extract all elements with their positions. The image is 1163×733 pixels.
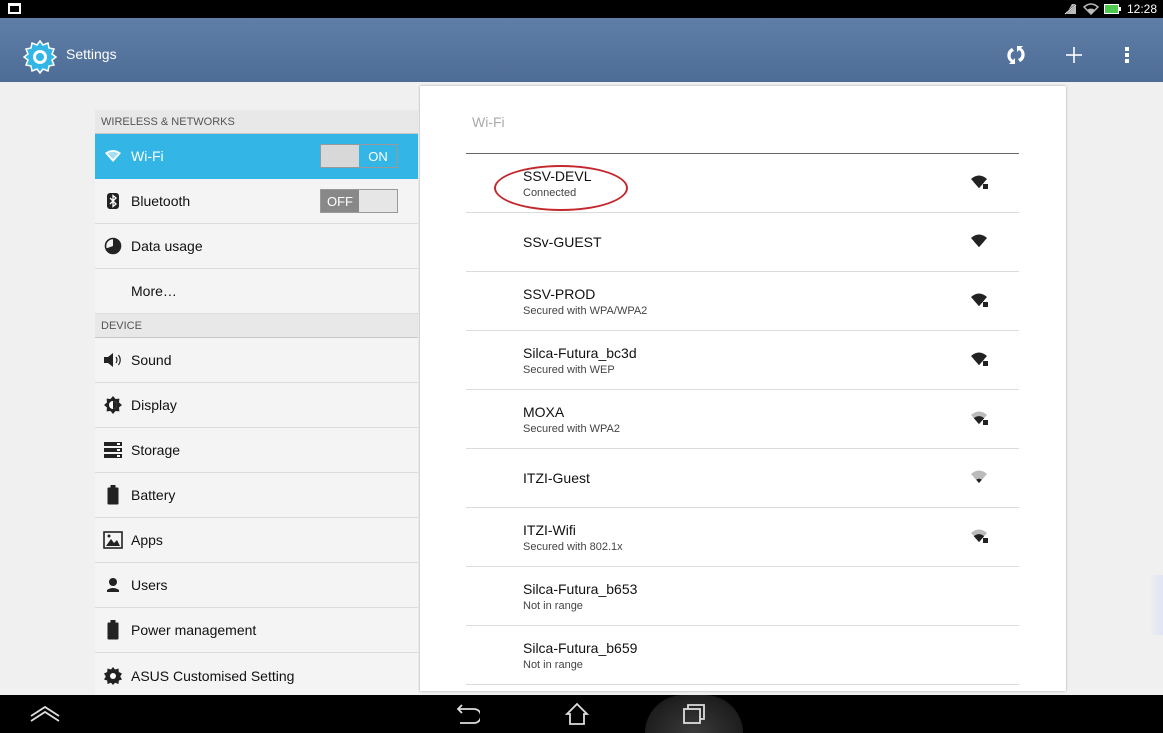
recent-apps-button[interactable] xyxy=(674,700,714,728)
network-status: Secured with WEP xyxy=(523,363,615,376)
up-button[interactable] xyxy=(25,700,65,728)
network-ssid: MOXA xyxy=(523,403,565,420)
sync-icon xyxy=(1007,46,1025,64)
add-network-button[interactable] xyxy=(1060,42,1088,68)
wifi-network-row[interactable]: Silca-Futura_b653 Not in range xyxy=(466,567,1019,626)
overflow-menu-button[interactable] xyxy=(1113,42,1141,68)
wifi-network-list: SSV-DEVL Connected SSv-GUEST SSV-PROD Secure… xyxy=(466,154,1019,685)
wifi-signal-icon xyxy=(971,174,989,190)
network-ssid: Silca-Futura_b659 xyxy=(523,639,638,656)
menu-item-power-management[interactable]: Power management xyxy=(95,608,418,653)
page-title: Settings xyxy=(66,46,117,62)
wifi-signal-icon xyxy=(971,528,989,544)
menu-item-label: Display xyxy=(131,397,177,413)
bluetooth-icon xyxy=(95,179,131,224)
wifi-toggle[interactable]: ON xyxy=(320,144,398,168)
wifi-network-row[interactable]: Silca-Futura_bc3d Secured with WEP xyxy=(466,331,1019,390)
settings-logo-icon[interactable] xyxy=(22,39,58,75)
menu-item-users[interactable]: Users xyxy=(95,563,418,608)
panel-title: Wi-Fi xyxy=(472,114,505,130)
network-ssid: SSV-PROD xyxy=(523,285,596,302)
wifi-signal-icon xyxy=(971,410,989,426)
back-button[interactable] xyxy=(447,700,487,728)
menu-item-storage[interactable]: Storage xyxy=(95,428,418,473)
up-arrow-icon xyxy=(30,705,60,722)
gallery-icon xyxy=(8,3,21,14)
recent-apps-icon xyxy=(683,704,705,724)
overflow-menu-icon xyxy=(1125,47,1129,63)
menu-item-asus-customised-setting[interactable]: ASUS Customised Setting xyxy=(95,653,418,698)
menu-item-label: Data usage xyxy=(131,238,203,254)
network-status: Secured with WPA/WPA2 xyxy=(523,304,648,317)
no-sim-icon xyxy=(1064,3,1078,15)
gear-icon xyxy=(95,653,131,698)
toggle-state: OFF xyxy=(321,190,359,212)
menu-item-bluetooth[interactable]: Bluetooth OFF xyxy=(95,179,418,224)
status-bar: 12:28 xyxy=(0,0,1163,18)
clock: 12:28 xyxy=(1126,2,1157,16)
network-status: Secured with WPA2 xyxy=(523,422,621,435)
menu-item-label: Battery xyxy=(131,487,176,503)
navigation-bar xyxy=(0,695,1163,733)
wifi-signal-icon xyxy=(971,292,989,308)
menu-item-label: Power management xyxy=(131,622,257,638)
menu-item-battery[interactable]: Battery xyxy=(95,473,418,518)
network-ssid: Silca-Futura_bc3d xyxy=(523,344,637,361)
network-ssid: Silca-Futura_b653 xyxy=(523,580,638,597)
wifi-icon xyxy=(1082,3,1099,15)
apps-icon xyxy=(95,518,131,563)
battery-icon xyxy=(1103,4,1121,14)
action-bar: Settings xyxy=(0,18,1163,82)
wifi-icon xyxy=(95,134,131,179)
section-header-wireless: WIRELESS & NETWORKS xyxy=(95,110,418,134)
speaker-icon xyxy=(95,338,131,383)
annotation-circle xyxy=(494,165,628,211)
menu-item-sound[interactable]: Sound xyxy=(95,338,418,383)
wifi-network-row[interactable]: ITZI-Guest xyxy=(466,449,1019,508)
edge-decoration xyxy=(1149,575,1163,635)
menu-item-apps[interactable]: Apps xyxy=(95,518,418,563)
data-usage-icon xyxy=(95,224,131,269)
wifi-network-row[interactable]: Silca-Futura_b659 Not in range xyxy=(466,626,1019,685)
network-ssid: ITZI-Guest xyxy=(523,470,590,486)
wifi-signal-icon xyxy=(971,469,989,485)
wifi-network-row[interactable]: ITZI-Wifi Secured with 802.1x xyxy=(466,508,1019,567)
menu-item-more[interactable]: More… xyxy=(95,269,418,314)
menu-item-display[interactable]: Display xyxy=(95,383,418,428)
menu-item-label: Apps xyxy=(131,532,163,548)
wifi-signal-icon xyxy=(971,351,989,367)
network-status: Not in range xyxy=(523,599,583,612)
back-icon xyxy=(456,704,480,724)
menu-item-label: Storage xyxy=(131,442,181,458)
battery-icon xyxy=(95,473,131,518)
home-button[interactable] xyxy=(557,700,597,728)
menu-item-label: Users xyxy=(131,577,168,593)
menu-item-data-usage[interactable]: Data usage xyxy=(95,224,418,269)
sync-button[interactable] xyxy=(1002,42,1030,68)
home-icon xyxy=(564,702,590,725)
wifi-signal-icon xyxy=(971,233,989,249)
battery-icon xyxy=(95,608,131,653)
brightness-icon xyxy=(95,383,131,428)
wifi-network-row[interactable]: MOXA Secured with WPA2 xyxy=(466,390,1019,449)
wifi-network-row[interactable]: SSv-GUEST xyxy=(466,213,1019,272)
toggle-state: ON xyxy=(359,145,397,167)
network-ssid: ITZI-Wifi xyxy=(523,521,576,538)
network-status: Not in range xyxy=(523,658,583,671)
network-ssid: SSv-GUEST xyxy=(523,234,602,250)
menu-item-label: Sound xyxy=(131,352,172,368)
bluetooth-toggle[interactable]: OFF xyxy=(320,189,398,213)
menu-item-wifi[interactable]: Wi-Fi ON xyxy=(95,134,418,179)
network-status: Secured with 802.1x xyxy=(523,540,623,553)
add-icon xyxy=(1066,47,1082,63)
wifi-network-row[interactable]: SSV-PROD Secured with WPA/WPA2 xyxy=(466,272,1019,331)
user-icon xyxy=(95,563,131,608)
menu-item-label: ASUS Customised Setting xyxy=(131,667,295,684)
section-header-device: DEVICE xyxy=(95,314,418,338)
storage-icon xyxy=(95,428,131,473)
menu-item-label: More… xyxy=(131,283,177,299)
settings-menu: WIRELESS & NETWORKS Wi-Fi ON Bluetooth O… xyxy=(95,110,418,698)
